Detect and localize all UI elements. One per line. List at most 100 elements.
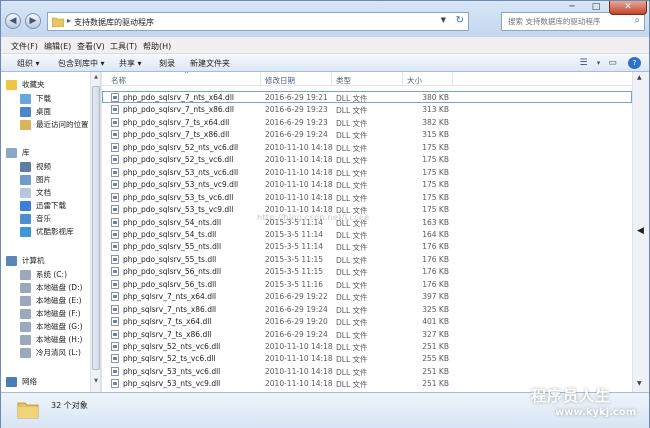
share-button[interactable]: 共享 ▾	[119, 58, 142, 69]
breadcrumb-separator[interactable]: ▸	[67, 16, 71, 25]
recent-places-icon	[20, 119, 31, 130]
file-row[interactable]: php_sqlsrv_7_ts_x86.dll 2016-6-29 19:24 DL…	[102, 328, 632, 340]
column-divider[interactable]	[260, 72, 261, 86]
scroll-down-icon[interactable]: ▼	[637, 380, 642, 387]
downloads-icon	[20, 93, 31, 104]
file-row[interactable]: php_sqlsrv_52_ts_vc6.dll 2010-11-10 14:18…	[102, 352, 632, 364]
include-in-library-button[interactable]: 包含到库中 ▾	[58, 58, 105, 69]
file-row[interactable]: php_pdo_sqlsrv_56_nts.dll 2015-3-5 11:15 D…	[102, 265, 632, 277]
scroll-down-icon[interactable]: ▼	[92, 378, 100, 388]
nav-pictures-label: 图片	[36, 175, 51, 184]
file-row[interactable]: php_pdo_sqlsrv_56_ts.dll 2015-3-5 11:16 DL…	[102, 278, 632, 290]
nav-network[interactable]: 网络	[6, 375, 37, 388]
menu-tools[interactable]: 工具(T)	[110, 41, 137, 52]
file-type: DLL 文件	[336, 268, 368, 278]
scroll-up-icon[interactable]: ▲	[92, 74, 100, 84]
music-icon	[20, 213, 31, 224]
nav-network-label: 网络	[22, 377, 37, 386]
view-dropdown-icon[interactable]: ▾	[592, 57, 605, 69]
nav-videos[interactable]: 视频	[20, 160, 51, 173]
file-row[interactable]: php_sqlsrv_7_nts_x86.dll 2016-6-29 19:24 D…	[102, 303, 632, 315]
menu-view[interactable]: 查看(V)	[77, 41, 105, 52]
file-row[interactable]: php_pdo_sqlsrv_52_ts_vc6.dll 2010-11-10 1…	[102, 153, 632, 165]
file-row[interactable]: php_pdo_sqlsrv_55_nts.dll 2015-3-5 11:14 D…	[102, 240, 632, 252]
breadcrumb-current-folder[interactable]: 支持数据库的驱动程序	[74, 17, 154, 28]
nav-drive-e[interactable]: 本地磁盘 (E:)	[20, 294, 82, 307]
nav-youku[interactable]: 优酷影视库	[20, 225, 74, 238]
nav-drive-c[interactable]: 系统 (C:)	[20, 268, 67, 281]
file-row[interactable]: php_pdo_sqlsrv_7_ts_x86.dll 2016-6-29 19:…	[102, 128, 632, 140]
file-row[interactable]: php_pdo_sqlsrv_7_nts_x86.dll 2016-6-29 19…	[102, 103, 632, 115]
column-header-size[interactable]: 大小	[407, 75, 422, 86]
nav-downloads[interactable]: 下载	[20, 92, 51, 105]
column-divider[interactable]	[402, 72, 403, 86]
back-icon: ◀	[9, 16, 17, 26]
column-header-date[interactable]: 修改日期	[265, 75, 295, 86]
file-row[interactable]: php_pdo_sqlsrv_52_nts_vc6.dll 2010-11-10 …	[102, 141, 632, 153]
file-row[interactable]: php_pdo_sqlsrv_7_ts_x64.dll 2016-6-29 19:…	[102, 116, 632, 128]
menu-bar: 文件(F) 编辑(E) 查看(V) 工具(T) 帮助(H)	[1, 37, 649, 54]
address-dropdown-icon[interactable]: ▼	[441, 16, 446, 24]
nav-thunder[interactable]: 迅雷下载	[20, 199, 66, 212]
nav-pictures[interactable]: 图片	[20, 173, 51, 186]
column-header-name[interactable]: 名称	[111, 75, 126, 86]
nav-drive-l[interactable]: 冷月清风 (L:)	[20, 346, 81, 359]
file-row[interactable]: php_pdo_sqlsrv_53_ts_vc6.dll 2010-11-10 1…	[102, 191, 632, 203]
nav-desktop[interactable]: 桌面	[20, 105, 51, 118]
file-row[interactable]: php_pdo_sqlsrv_55_ts.dll 2015-3-5 11:15 DL…	[102, 253, 632, 265]
nav-scroll-thumb[interactable]	[92, 86, 100, 370]
nav-drive-h[interactable]: 本地磁盘 (H:)	[20, 333, 82, 346]
nav-favorites[interactable]: 收藏夹	[6, 78, 45, 91]
nav-scrollbar[interactable]: ▲ ▼	[90, 72, 100, 392]
collapse-arrow-icon[interactable]: ◀	[637, 226, 644, 236]
new-folder-button[interactable]: 新建文件夹	[190, 58, 230, 69]
back-button[interactable]: ◀	[5, 13, 21, 29]
nav-drive-f[interactable]: 本地磁盘 (F:)	[20, 307, 81, 320]
nav-music[interactable]: 音乐	[20, 212, 51, 225]
column-divider[interactable]	[331, 72, 332, 86]
file-name: php_sqlsrv_52_nts_vc6.dll	[123, 342, 221, 351]
file-name: php_sqlsrv_7_nts_x86.dll	[123, 304, 217, 314]
file-row[interactable]: php_sqlsrv_7_nts_x64.dll 2016-6-29 19:22 D…	[102, 290, 632, 302]
menu-help[interactable]: 帮助(H)	[143, 41, 171, 52]
close-button[interactable]: ✕	[609, 1, 647, 15]
minimize-button[interactable]: ─	[561, 1, 583, 15]
burn-button[interactable]: 刻录	[159, 58, 175, 69]
file-row[interactable]: php_pdo_sqlsrv_53_nts_vc6.dll 2010-11-10 …	[102, 166, 632, 178]
nav-libraries[interactable]: 库	[6, 146, 30, 159]
file-row[interactable]: php_pdo_sqlsrv_54_ts.dll 2015-3-5 11:14 DL…	[102, 228, 632, 240]
file-row[interactable]: php_sqlsrv_53_nts_vc6.dll 2010-11-10 14:1…	[102, 365, 632, 377]
column-header-type[interactable]: 类型	[336, 75, 351, 86]
forward-button[interactable]: ▶	[25, 13, 41, 29]
file-date: 2015-3-5 11:16	[265, 279, 324, 289]
nav-documents[interactable]: 文档	[20, 186, 51, 199]
file-type: DLL 文件	[336, 380, 368, 390]
nav-drive-d[interactable]: 本地磁盘 (D:)	[20, 281, 83, 294]
maximize-button[interactable]: □	[585, 1, 607, 15]
address-bar[interactable]: ▸ 支持数据库的驱动程序 ▼ ↻	[47, 12, 469, 31]
help-icon[interactable]: ?	[628, 57, 641, 69]
file-size: 255 KB	[422, 354, 449, 364]
menu-file[interactable]: 文件(F)	[11, 41, 38, 52]
search-icon[interactable]: ⌕	[634, 15, 640, 26]
preview-pane-icon[interactable]: ▭	[606, 57, 619, 69]
dll-file-icon	[111, 304, 119, 314]
column-divider[interactable]	[452, 72, 453, 86]
scroll-up-icon[interactable]: ▲	[637, 74, 642, 81]
refresh-icon[interactable]: ↻	[456, 15, 464, 26]
file-name: php_pdo_sqlsrv_52_ts_vc6.dll	[123, 155, 234, 165]
organize-button[interactable]: 组织 ▾	[17, 58, 40, 69]
nav-computer[interactable]: 计算机	[6, 254, 45, 267]
file-row[interactable]: php_sqlsrv_7_ts_x64.dll 2016-6-29 19:20 DL…	[102, 315, 632, 327]
nav-drive-g[interactable]: 本地磁盘 (G:)	[20, 320, 83, 333]
dll-file-icon	[111, 292, 119, 302]
view-options-icon[interactable]: ☰	[577, 57, 590, 69]
file-row[interactable]: php_sqlsrv_52_nts_vc6.dll 2010-11-10 14:1…	[102, 340, 632, 352]
file-row[interactable]: php_pdo_sqlsrv_7_nts_x64.dll 2016-6-29 19…	[102, 91, 632, 104]
file-type: DLL 文件	[336, 343, 368, 352]
menu-edit[interactable]: 编辑(E)	[44, 41, 71, 52]
file-row[interactable]: php_pdo_sqlsrv_53_nts_vc9.dll 2010-11-10 …	[102, 178, 632, 190]
search-input[interactable]	[508, 15, 626, 28]
nav-recent[interactable]: 最近访问的位置	[20, 118, 89, 131]
command-bar: 组织 ▾ 包含到库中 ▾ 共享 ▾ 刻录 新建文件夹 ☰ ▾ ▭ ?	[1, 54, 649, 72]
